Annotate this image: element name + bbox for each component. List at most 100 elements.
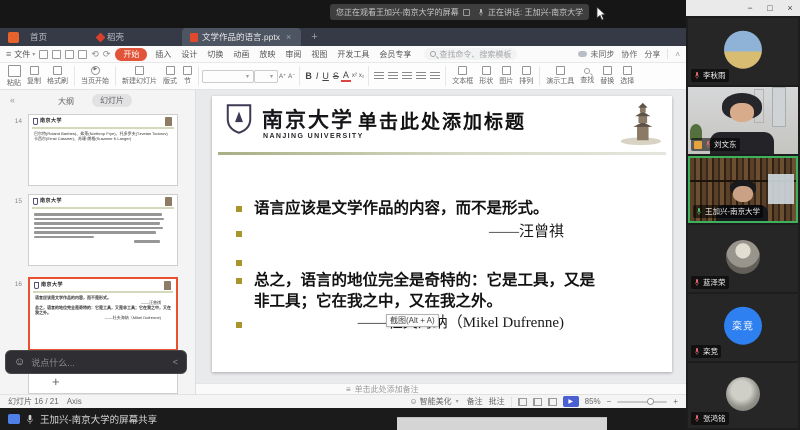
output-icon[interactable] xyxy=(52,50,61,59)
font-select[interactable]: ▾ xyxy=(202,70,254,83)
participant-tile[interactable]: 张鸿铭 xyxy=(688,363,798,428)
preview-icon[interactable] xyxy=(78,50,87,59)
current-slide[interactable]: 南京大学 单击此处添加标题 NANJING UNIVERSITY xyxy=(212,96,672,372)
maximize-button[interactable]: □ xyxy=(760,3,780,13)
command-search-input[interactable]: 查找命令、搜索模板 xyxy=(424,48,517,60)
mic-icon[interactable] xyxy=(26,414,34,425)
collapse-panel-icon[interactable]: « xyxy=(10,95,15,105)
normal-view-icon[interactable] xyxy=(518,398,527,406)
tab-transition[interactable]: 切换 xyxy=(202,49,228,60)
shrink-font-button[interactable]: A⁻ xyxy=(287,73,296,80)
section-button[interactable]: 节 xyxy=(180,64,195,89)
emoji-icon[interactable]: ☺ xyxy=(14,356,25,368)
notes-button[interactable]: 备注 xyxy=(467,396,483,407)
font-size-select[interactable]: ▾ xyxy=(254,70,278,83)
add-slide-button[interactable]: + xyxy=(52,374,60,389)
sync-status-button[interactable]: 未同步 xyxy=(578,49,614,60)
zoom-slider-knob[interactable] xyxy=(647,398,654,405)
document-tab[interactable]: 文学作品的语言.pptx × xyxy=(182,28,301,46)
slide-sorter-icon[interactable] xyxy=(533,398,542,406)
zoom-level[interactable]: 85% xyxy=(585,397,601,406)
slide-header: 南京大学 单击此处添加标题 NANJING UNIVERSITY xyxy=(226,102,664,154)
font-color-button[interactable]: A xyxy=(341,70,351,82)
reading-view-icon[interactable] xyxy=(548,398,557,406)
slide-title[interactable]: 南京大学 单击此处添加标题 xyxy=(262,104,526,134)
numbered-list-icon[interactable] xyxy=(388,72,398,81)
tab-devtools[interactable]: 开发工具 xyxy=(332,49,374,60)
format-painter-button[interactable]: 格式刷 xyxy=(44,64,71,89)
superscript-button[interactable]: x² xyxy=(351,73,358,79)
present-tools-label: 演示工具 xyxy=(546,76,574,86)
tab-animation[interactable]: 动画 xyxy=(228,49,254,60)
collaborate-button[interactable]: 协作 xyxy=(621,49,637,60)
tab-slideshow[interactable]: 放映 xyxy=(254,49,280,60)
collapse-chat-icon[interactable]: < xyxy=(173,357,178,367)
new-slide-button[interactable]: 新建幻灯片 xyxy=(119,64,160,89)
chat-input-placeholder[interactable]: 说点什么... xyxy=(31,356,167,369)
collapse-ribbon-icon[interactable]: ˄ xyxy=(675,50,680,59)
align-left-icon[interactable] xyxy=(402,72,412,81)
slide-thumbnail-15[interactable]: 南京大学 xyxy=(28,194,178,266)
print-icon[interactable] xyxy=(65,50,74,59)
save-icon[interactable] xyxy=(39,50,48,59)
nju-shield-logo-icon xyxy=(226,104,252,134)
share-button[interactable]: 分享 xyxy=(644,49,660,60)
comments-button[interactable]: 批注 xyxy=(489,396,505,407)
picture-button[interactable]: 图片 xyxy=(496,64,516,89)
find-button[interactable]: 查找 xyxy=(577,64,597,89)
participant-tile[interactable]: 蓝泽荣 xyxy=(688,225,798,292)
slide-body-text[interactable]: 语言应该是文学作品的内容，而不是形式。 ——汪曾祺 总之，语言的地位完全是奇特的… xyxy=(236,198,648,333)
popout-icon[interactable] xyxy=(463,9,470,16)
new-tab-button[interactable]: + xyxy=(311,31,317,43)
slides-tab[interactable]: 幻灯片 xyxy=(92,94,132,107)
close-button[interactable]: × xyxy=(780,3,800,13)
tab-member[interactable]: 会员专享 xyxy=(374,49,416,60)
textbox-button[interactable]: 文本框 xyxy=(449,64,476,89)
minimize-button[interactable]: − xyxy=(740,3,760,13)
slideshow-play-button[interactable]: ▶ xyxy=(563,396,579,407)
file-menu[interactable]: 文件 xyxy=(14,49,30,60)
arrange-button[interactable]: 排列 xyxy=(516,64,536,89)
copy-button[interactable]: 复制 xyxy=(24,64,44,89)
align-center-icon[interactable] xyxy=(416,72,426,81)
docer-tab[interactable]: 稻壳 xyxy=(91,31,130,43)
play-from-button[interactable]: 当页开始 xyxy=(78,64,112,89)
slide-thumbnail-16-selected[interactable]: 南京大学 语言应该是文学作品的内容，而不是形式。 ——汪曾祺 总之，语言的地位完… xyxy=(28,277,178,351)
home-tab[interactable]: 首页 xyxy=(24,31,53,43)
tab-insert[interactable]: 插入 xyxy=(150,49,176,60)
outline-tab[interactable]: 大纲 xyxy=(58,96,74,107)
tab-home[interactable]: 开始 xyxy=(115,48,147,61)
underline-button[interactable]: U xyxy=(320,71,331,81)
redo-icon[interactable]: ⟳ xyxy=(103,49,111,60)
tab-design[interactable]: 设计 xyxy=(176,49,202,60)
replace-button[interactable]: 替换 xyxy=(597,64,617,89)
participant-tile[interactable]: 刘文东 xyxy=(688,87,798,154)
zoom-out-button[interactable]: − xyxy=(607,397,612,406)
participant-tile[interactable]: 栾竞 栾竞 xyxy=(688,294,798,361)
shape-button[interactable]: 形状 xyxy=(476,64,496,89)
tab-review[interactable]: 审阅 xyxy=(280,49,306,60)
zoom-in-button[interactable]: + xyxy=(673,397,678,406)
paste-button[interactable]: 粘贴 xyxy=(4,64,24,89)
strikethrough-button[interactable]: S xyxy=(331,71,341,81)
notes-bar[interactable]: ≡ 单击此处添加备注 xyxy=(196,383,686,394)
layout-button[interactable]: 版式 xyxy=(160,64,180,89)
chat-quick-input[interactable]: ☺ 说点什么... < xyxy=(5,350,187,374)
bold-button[interactable]: B xyxy=(303,71,314,81)
grow-font-button[interactable]: A⁺ xyxy=(278,73,287,80)
select-button[interactable]: 选择 xyxy=(617,64,637,89)
slide-thumbnail-14[interactable]: 南京大学 巴尔特(Roland Barthes)、弗莱(Northrop Fry… xyxy=(28,114,178,186)
zoom-slider[interactable] xyxy=(617,401,667,403)
present-tools-button[interactable]: 演示工具 xyxy=(543,64,577,89)
undo-icon[interactable]: ⟲ xyxy=(91,49,99,60)
beautify-button[interactable]: ☺ 智能美化 ▾ xyxy=(409,396,460,407)
bullet-list-icon[interactable] xyxy=(374,72,384,81)
document-tab-close-icon[interactable]: × xyxy=(284,32,293,42)
chat-bubble-icon[interactable] xyxy=(8,414,20,424)
participant-tile[interactable]: 李秋雨 xyxy=(688,18,798,85)
subscript-button[interactable]: x₂ xyxy=(358,73,365,79)
copy-icon xyxy=(30,66,39,75)
align-right-icon[interactable] xyxy=(430,72,440,81)
participant-tile-speaking[interactable]: 王加兴-南京大学 xyxy=(688,156,798,223)
tab-view[interactable]: 视图 xyxy=(306,49,332,60)
